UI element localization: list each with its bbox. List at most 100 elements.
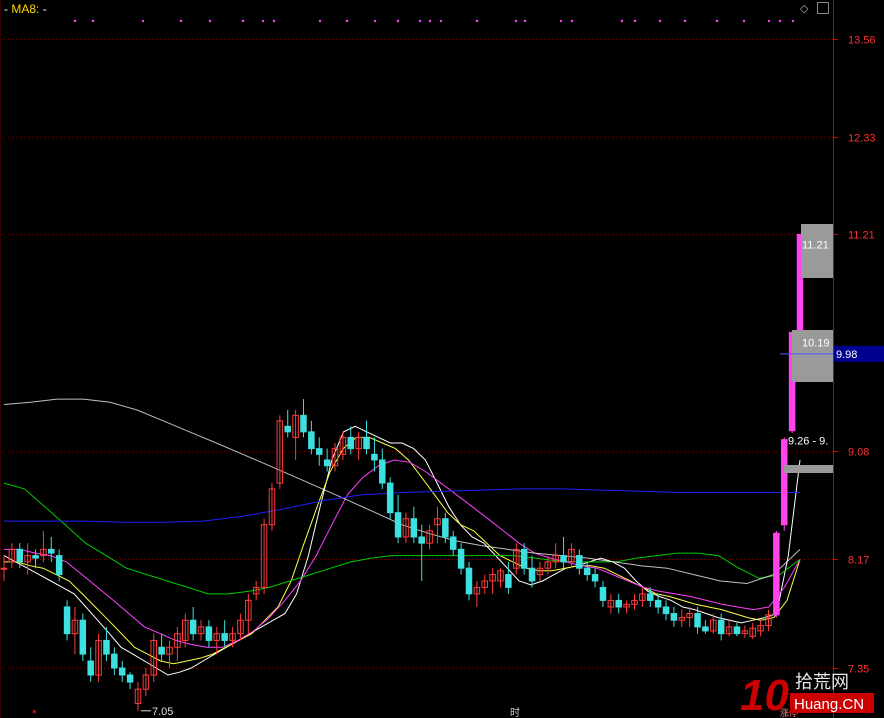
watermark-number: 10 [740,671,789,718]
candle-body [32,555,39,559]
event-dot [141,19,145,23]
candle-body [308,431,315,450]
candle-body [87,660,94,676]
candle-body [55,555,63,576]
indicator-label: MA8: [11,2,40,16]
candle-body [773,532,780,616]
event-dot [73,19,77,23]
candle-body [442,518,449,538]
candle-body [505,574,512,588]
candle-body [465,567,473,595]
candle-body [221,633,228,641]
candle-body [560,555,567,563]
watermark-domain: Huang.CN [794,696,864,713]
tick-label: 7.35 [848,664,869,676]
event-dot [475,19,479,23]
candle-body [457,548,465,569]
event-dot [633,19,637,23]
event-dot [418,19,422,23]
bottom-label: 时 [510,707,520,718]
price-label: 9.26 - 9. [788,436,828,448]
event-dot [261,19,265,23]
candle-body [103,639,110,655]
candle-body [48,548,55,554]
diamond-icon[interactable]: ◇ [800,2,808,15]
highlight-box [784,465,833,473]
tick-label: 11.21 [848,230,875,242]
candle-body [717,619,725,635]
candle-body [158,646,165,655]
event-dot [272,19,276,23]
event-dot [514,19,518,23]
candle-body [300,414,307,433]
header-marker: - [4,2,8,16]
ma-line-ma60 [3,482,801,595]
event-dot [318,19,322,23]
tick-label: 13.56 [848,35,876,47]
candle-body [0,567,8,570]
candle-body [371,453,378,461]
candle-body [583,567,591,576]
event-dot [658,19,662,23]
moving-average-lines [3,398,801,676]
candle-body [118,667,126,676]
watermark-cn: 拾荒网 [795,672,849,693]
candle-body [646,593,654,601]
candle-body [662,606,670,615]
candle-body [520,548,528,569]
markers: 11.2110.199.26 - 9.7.05 时涨停* [32,224,833,718]
candle-body [694,613,701,628]
low-marker-label: 7.05 [152,706,173,718]
event-dot [778,19,782,23]
candle-body [347,436,355,450]
candle-body [449,536,457,550]
candles [0,233,804,711]
event-dot [570,19,574,23]
event-dot [683,19,687,23]
price-label: 11.21 [802,239,829,251]
event-dot [439,19,443,23]
event-dot [742,19,746,23]
event-dot [715,19,719,23]
event-dot [767,19,771,23]
event-dot [208,19,212,23]
indicator-value: - [42,2,47,16]
candle-body [410,518,418,538]
candle-body [189,619,197,635]
candle-body [591,574,599,582]
candle-body [576,555,583,569]
candle-body [63,606,71,635]
price-label: 10.19 [802,337,830,349]
candlestick-chart: 11.2110.199.26 - 9.7.05 时涨停* 13.5612.3311… [0,0,884,718]
tick-label: 9.08 [848,447,869,459]
candle-body [780,439,788,526]
event-dot [179,19,183,23]
candle-body [702,626,709,632]
candle-body [315,448,323,455]
tick-label: 12.33 [848,133,876,145]
event-dot [428,19,432,23]
candle-body [323,459,331,467]
indicator-header: - MA8: - [4,2,47,16]
candle-body [418,536,425,544]
candle-body [111,653,118,669]
tick-label: 8.17 [848,555,869,567]
bottom-mark: * [32,709,37,718]
candle-body [16,548,24,563]
candle-body [126,674,134,683]
candle-body [379,459,386,484]
event-dot [620,19,624,23]
candle-body [363,436,370,450]
candle-body [599,586,607,601]
candle-body [528,567,536,582]
price-grid [0,19,833,669]
watermark-logo: 10 拾荒网 Huang.CN [740,671,874,718]
candle-body [79,619,87,655]
candle-body [615,599,622,608]
event-dot [373,19,377,23]
square-icon[interactable] [817,2,829,14]
candle-body [284,425,291,433]
candle-body [733,626,741,635]
candle-body [670,613,678,621]
ma-line-ma10 [4,436,801,665]
